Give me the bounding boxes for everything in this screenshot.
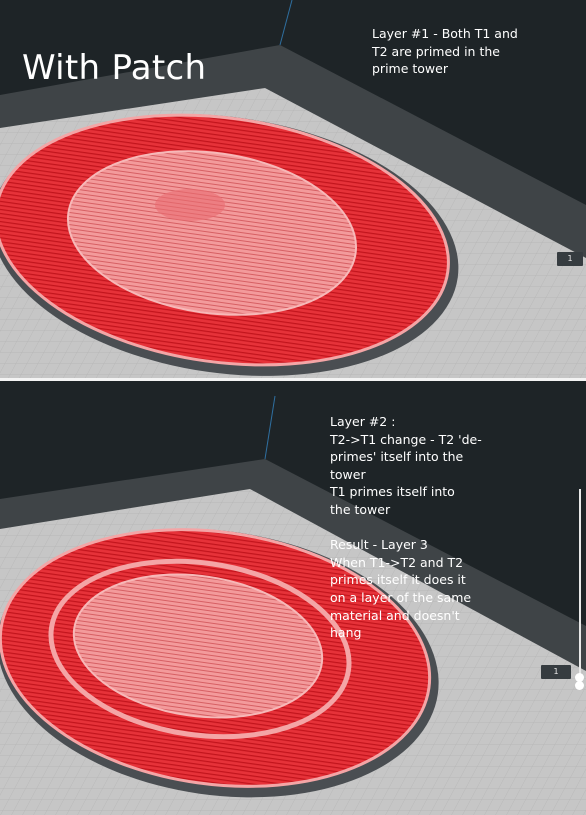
bottom-3d-scene[interactable] bbox=[0, 381, 586, 815]
axis-line bbox=[279, 0, 293, 46]
annotation-line: prime tower bbox=[372, 61, 448, 77]
layer-number-badge[interactable]: 1 bbox=[541, 665, 571, 679]
annotation-line: the tower bbox=[330, 501, 391, 517]
annotation-line: primes itself it does it bbox=[330, 572, 466, 588]
annotation-line: Layer #2 : bbox=[330, 414, 396, 429]
annotation-line: Result - Layer 3 bbox=[330, 537, 428, 553]
annotation-line: tower bbox=[330, 466, 366, 482]
layer-number-badge[interactable]: 1 bbox=[557, 252, 583, 266]
panel-title: With Patch bbox=[22, 48, 207, 88]
annotation-line: on a layer of the same bbox=[330, 589, 472, 605]
print-seam bbox=[155, 189, 225, 221]
layer-slider-handle[interactable] bbox=[575, 681, 584, 690]
bottom-viewport[interactable]: Layer #2 : T2->T1 change - T2 'de- prime… bbox=[0, 381, 586, 815]
annotation-line: Layer #1 - Both T1 and bbox=[372, 26, 518, 41]
axis-line bbox=[264, 395, 276, 460]
annotation-line: material and doesn't bbox=[330, 607, 460, 623]
annotation-line: primes' itself into the bbox=[330, 449, 464, 465]
top-annotation: Layer #1 - Both T1 and T2 are primed in … bbox=[372, 25, 518, 78]
layer-slider-track[interactable] bbox=[579, 489, 581, 685]
annotation-line: T2 are primed in the bbox=[372, 43, 500, 59]
annotation-line bbox=[330, 519, 482, 537]
top-viewport[interactable]: With Patch Layer #1 - Both T1 and T2 are… bbox=[0, 0, 586, 378]
annotation-line: hang bbox=[330, 625, 362, 641]
annotation-line: T2->T1 change - T2 'de- bbox=[330, 431, 482, 447]
bottom-annotation: Layer #2 : T2->T1 change - T2 'de- prime… bbox=[330, 413, 482, 642]
annotation-line: When T1->T2 and T2 bbox=[330, 554, 464, 570]
annotation-line: T1 primes itself into bbox=[330, 484, 455, 500]
